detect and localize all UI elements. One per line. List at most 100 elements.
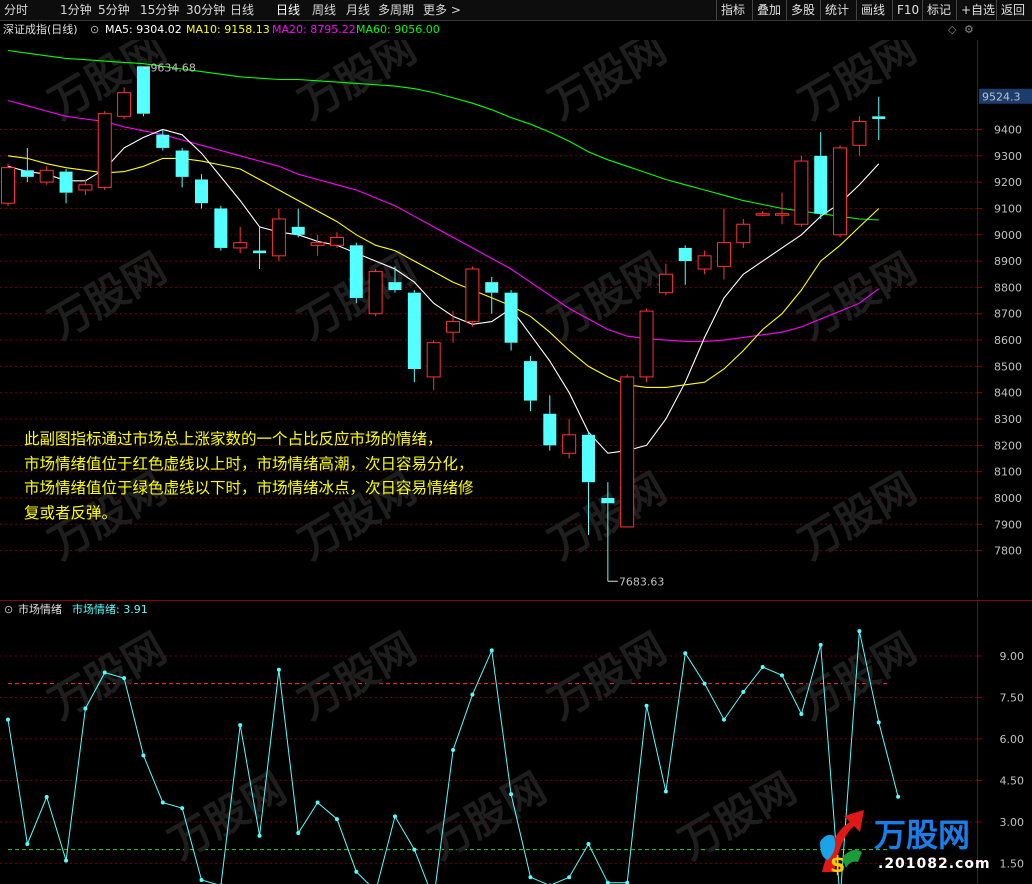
price-tick-label: 8700 <box>994 308 1022 321</box>
multi-stock-button[interactable]: 多股 <box>786 0 820 20</box>
candle-body <box>388 282 402 291</box>
sentiment-point <box>83 706 88 711</box>
sentiment-point <box>528 875 533 880</box>
sentiment-point <box>238 723 243 728</box>
candle-body <box>310 242 325 246</box>
candle-body <box>523 361 537 401</box>
candle-body <box>794 160 809 225</box>
candle-body <box>658 273 673 294</box>
sentiment-point <box>393 814 397 819</box>
settings-circle-icon[interactable]: ⊙ <box>90 21 99 39</box>
tab-60min[interactable]: 日线 <box>230 0 254 20</box>
sentiment-point <box>509 792 514 797</box>
indicator-button[interactable]: 指标 <box>716 0 752 20</box>
watermark-text: 万股网 <box>41 243 175 348</box>
candle <box>504 290 518 351</box>
sentiment-point <box>741 689 746 694</box>
candle <box>716 208 731 280</box>
candle <box>271 208 286 262</box>
candle <box>59 168 73 204</box>
sentiment-point <box>644 703 649 708</box>
candle-body <box>233 242 248 249</box>
mark-button[interactable]: 标记 <box>922 0 956 20</box>
tab-monthly[interactable]: 月线 <box>346 0 370 20</box>
candle-body <box>426 342 441 378</box>
price-tick-label: 8500 <box>994 360 1022 373</box>
watermark-text: 万股网 <box>541 243 675 348</box>
candle <box>368 268 383 317</box>
ma60-value: MA60: 9056.00 <box>356 23 440 36</box>
draw-line-button[interactable]: 画线 <box>856 0 892 20</box>
sentiment-point <box>780 673 784 678</box>
candle <box>253 226 267 269</box>
tab-15min[interactable]: 15分钟 <box>140 0 179 20</box>
sentiment-point <box>141 753 146 758</box>
candle <box>291 208 305 238</box>
sentiment-point <box>567 875 572 880</box>
candle <box>407 290 421 383</box>
ma20-value: MA20: 8795.22 <box>272 23 356 36</box>
tab-5min[interactable]: 5分钟 <box>98 0 130 20</box>
candle-body <box>97 113 112 188</box>
indicator-tick-label: 9.00 <box>1000 650 1025 663</box>
sentiment-point <box>412 847 417 852</box>
sentiment-point <box>683 651 688 656</box>
tab-weekly[interactable]: 周线 <box>312 0 336 20</box>
candle <box>175 147 189 188</box>
low-price-label: 7683.63 <box>619 575 665 588</box>
tab-multi-period[interactable]: 多周期 <box>378 0 414 20</box>
price-tick-label: 8800 <box>994 281 1022 294</box>
candle-body <box>195 179 208 204</box>
candle <box>485 276 499 314</box>
statistics-button[interactable]: 统计 <box>820 0 856 20</box>
back-button[interactable]: 返回 <box>996 0 1032 20</box>
price-tick-label: 9000 <box>994 229 1022 242</box>
add-watchlist-button[interactable]: +自选 <box>956 0 996 20</box>
sentiment-point <box>296 830 301 835</box>
candle-body <box>271 218 286 257</box>
candle <box>195 174 208 209</box>
sentiment-point <box>702 681 707 686</box>
diamond-icon[interactable]: ◇ <box>948 21 956 39</box>
f10-button[interactable]: F10 <box>892 0 922 20</box>
settings-circle-icon[interactable]: ⊙ <box>4 602 13 618</box>
tab-1min[interactable]: 1分钟 <box>60 0 92 20</box>
price-tick-label: 9200 <box>994 176 1022 189</box>
tab-more[interactable]: 更多 > <box>423 0 461 20</box>
candle-body <box>1 167 15 204</box>
settings-gear-icon[interactable]: ⚙ <box>964 21 974 39</box>
sentiment-point <box>25 842 30 847</box>
sentiment-point <box>180 806 185 811</box>
overlay-button[interactable]: 叠加 <box>752 0 786 20</box>
chart-title: 深证成指(日线) <box>3 23 78 36</box>
tab-daily[interactable]: 日线 <box>276 0 300 20</box>
tab-fenshi[interactable]: 分时 <box>4 0 28 20</box>
ma5-value: MA5: 9304.02 <box>105 23 182 36</box>
candle-body <box>78 184 93 191</box>
sentiment-point <box>354 869 359 874</box>
current-price-label: 9524.3 <box>982 90 1021 103</box>
price-tick-label: 8000 <box>994 492 1022 505</box>
sentiment-point <box>876 720 881 725</box>
tab-30min[interactable]: 30分钟 <box>186 0 225 20</box>
sentiment-point <box>64 858 69 863</box>
sentiment-point <box>451 748 456 752</box>
candle <box>794 155 809 227</box>
candle <box>310 234 325 256</box>
candle <box>872 96 886 141</box>
indicator-tick-label: 6.00 <box>1000 733 1025 746</box>
watermark-text: 万股网 <box>541 40 675 129</box>
price-tick-label: 8100 <box>994 466 1022 479</box>
price-tick-label: 9100 <box>994 202 1022 215</box>
candle-body <box>852 121 867 146</box>
price-tick-label: 8400 <box>994 387 1022 400</box>
candle-body <box>39 169 54 183</box>
watermark-text: 万股网 <box>671 763 805 868</box>
price-tick-label: 8900 <box>994 255 1022 268</box>
indicator-name: 市场情绪 <box>18 603 62 616</box>
watermark-text: 万股网 <box>291 623 425 728</box>
candle-body <box>465 268 480 323</box>
price-tick-label: 7800 <box>994 545 1022 558</box>
watermark-text: 万股网 <box>541 623 675 728</box>
candle-body <box>20 170 34 177</box>
